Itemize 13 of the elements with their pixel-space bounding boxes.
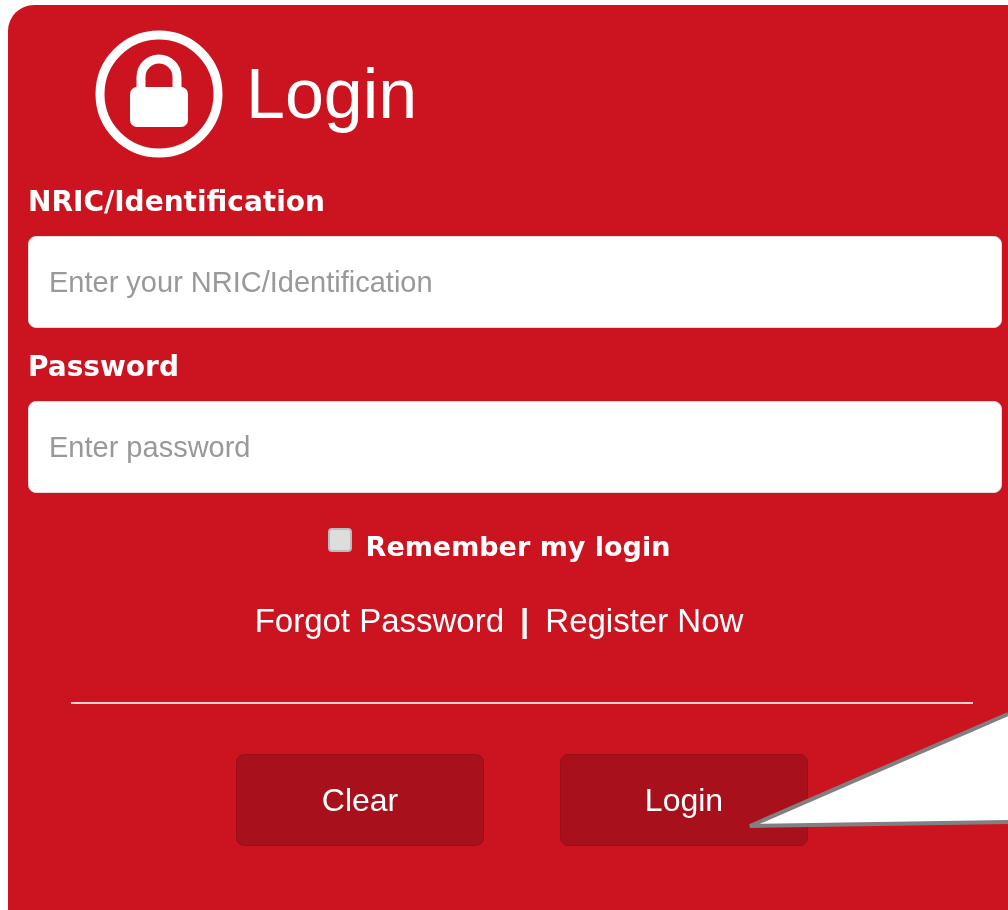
lock-icon	[94, 29, 224, 159]
field-label: NRIC/Identification	[28, 185, 326, 218]
id-input-field[interactable]: Enter your NRIC/Identification	[28, 236, 1002, 328]
forgot-password-link[interactable]: Forgot Password	[254, 602, 505, 640]
form-title: Login	[246, 54, 418, 134]
remember-checkbox[interactable]	[327, 527, 352, 552]
password-input-field[interactable]: Enter password	[28, 401, 1002, 493]
login-button[interactable]: Login	[560, 754, 808, 846]
clear-button[interactable]: Clear	[236, 754, 484, 846]
field-label: Password	[28, 350, 180, 383]
register-link[interactable]: Register Now	[545, 602, 744, 640]
link-separator: |	[520, 602, 530, 640]
remember-label: Remember my login	[365, 531, 671, 562]
